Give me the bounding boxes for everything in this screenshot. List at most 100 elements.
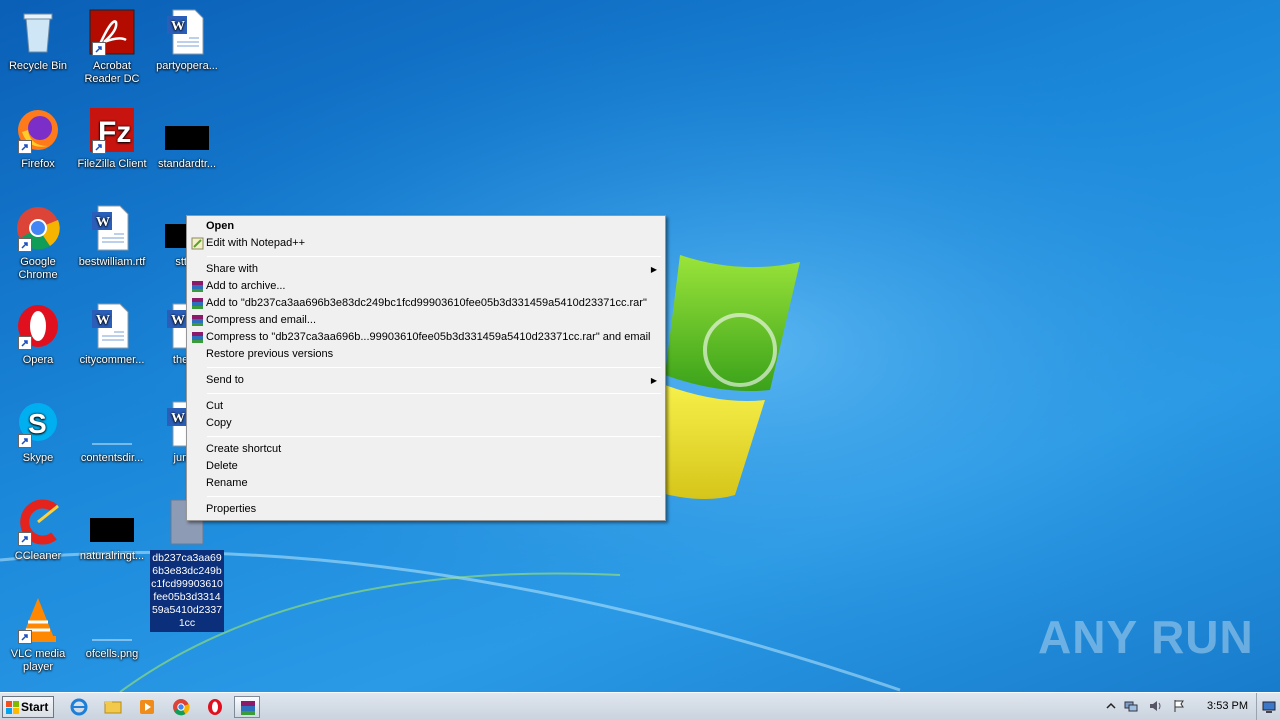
- taskbar-opera-button[interactable]: [202, 696, 228, 718]
- desktop-icon-standardtr[interactable]: standardtr...: [149, 106, 225, 171]
- show-hidden-icons-icon[interactable]: [1104, 699, 1118, 713]
- menu-item-properties[interactable]: Properties: [189, 501, 663, 518]
- desktop-icon-filezilla[interactable]: Fz FileZilla Client: [74, 106, 150, 171]
- desktop-icon-partyopera[interactable]: W partyopera...: [149, 8, 225, 73]
- shortcut-arrow-icon: [18, 630, 32, 644]
- menu-item-label: Delete: [206, 460, 238, 472]
- monitor-icon: [1262, 701, 1276, 713]
- firefox-icon: [14, 106, 62, 154]
- system-tray: 3:53 PM: [1102, 693, 1280, 720]
- submenu-arrow-icon: ▶: [650, 265, 657, 274]
- menu-item-copy[interactable]: Copy: [189, 415, 663, 432]
- winrar-icon: [192, 332, 203, 343]
- desktop-icon-contentsdir[interactable]: contentsdir...: [74, 400, 150, 465]
- windows-logo-icon: [6, 701, 19, 714]
- vlc-icon: [14, 596, 62, 644]
- shortcut-arrow-icon: [18, 336, 32, 350]
- black-file-icon: [163, 106, 211, 154]
- word-doc-icon: W: [163, 8, 211, 56]
- selected-file-label: db237ca3aa696b3e83dc249bc1fcd99903610fee…: [150, 550, 224, 632]
- opera-icon: [208, 699, 222, 715]
- desktop-icon-skype[interactable]: S Skype: [0, 400, 76, 465]
- shortcut-arrow-icon: [18, 434, 32, 448]
- menu-item-compress-to-rar-email[interactable]: Compress to "db237ca3aa696b...99903610fe…: [189, 329, 663, 346]
- menu-item-label: Restore previous versions: [206, 348, 334, 360]
- desktop-icon-chrome[interactable]: Google Chrome: [0, 204, 76, 282]
- opera-icon: [14, 302, 62, 350]
- blank-file-icon: [88, 400, 136, 448]
- shortcut-arrow-icon: [92, 140, 106, 154]
- skype-icon: S: [14, 400, 62, 448]
- notepad-plus-plus-icon: [191, 237, 204, 250]
- taskbar-winrar-button[interactable]: [234, 696, 260, 718]
- desktop-icon-firefox[interactable]: Firefox: [0, 106, 76, 171]
- context-menu: Open Edit with Notepad++ Share with ▶ Ad…: [186, 215, 666, 521]
- desktop-icon-ccleaner[interactable]: CCleaner: [0, 498, 76, 563]
- anyrun-watermark: ANY RUN: [1038, 611, 1254, 663]
- menu-item-compress-email[interactable]: Compress and email...: [189, 312, 663, 329]
- filezilla-icon: Fz: [88, 106, 136, 154]
- action-center-flag-icon[interactable]: [1172, 699, 1186, 713]
- volume-icon[interactable]: [1148, 699, 1162, 713]
- menu-item-share-with[interactable]: Share with ▶: [189, 261, 663, 278]
- desktop-icon-citycommer[interactable]: W citycommer...: [74, 302, 150, 367]
- menu-item-label: Compress and email...: [206, 314, 317, 326]
- menu-item-label: Add to archive...: [206, 280, 286, 292]
- desktop-icon-ofcells[interactable]: ofcells.png: [74, 596, 150, 661]
- winrar-icon: [192, 298, 203, 309]
- svg-text:W: W: [171, 313, 185, 328]
- svg-text:W: W: [171, 411, 185, 426]
- start-label: Start: [21, 700, 49, 714]
- network-icon[interactable]: [1124, 699, 1138, 713]
- menu-item-label: Add to "db237ca3aa696b3e83dc249bc1fcd999…: [206, 297, 647, 309]
- clock[interactable]: 3:53 PM: [1207, 700, 1248, 712]
- menu-item-send-to[interactable]: Send to ▶: [189, 372, 663, 389]
- desktop-icon-acrobat[interactable]: Acrobat Reader DC: [74, 8, 150, 86]
- media-player-icon: [140, 700, 154, 714]
- taskbar-media-player-button[interactable]: [134, 696, 160, 718]
- internet-explorer-icon: [70, 698, 88, 716]
- start-button[interactable]: Start: [2, 696, 54, 718]
- chrome-icon: [173, 699, 190, 716]
- menu-separator: [207, 393, 661, 394]
- word-doc-icon: W: [88, 204, 136, 252]
- desktop-icon-bestwilliam[interactable]: W bestwilliam.rtf: [74, 204, 150, 269]
- desktop-icon-recycle-bin[interactable]: Recycle Bin: [0, 8, 76, 73]
- ccleaner-icon: [14, 498, 62, 546]
- menu-item-label: Open: [206, 220, 235, 232]
- menu-item-cut[interactable]: Cut: [189, 398, 663, 415]
- menu-item-restore-versions[interactable]: Restore previous versions: [189, 346, 663, 363]
- taskbar: Start 3:53 PM: [0, 692, 1280, 720]
- menu-item-add-to-rar[interactable]: Add to "db237ca3aa696b3e83dc249bc1fcd999…: [189, 295, 663, 312]
- svg-text:W: W: [96, 215, 110, 230]
- menu-item-label: Compress to "db237ca3aa696b...99903610fe…: [206, 331, 651, 343]
- show-desktop-button[interactable]: [1256, 693, 1280, 720]
- black-file-icon: [88, 498, 136, 546]
- menu-item-add-to-archive[interactable]: Add to archive...: [189, 278, 663, 295]
- menu-item-rename[interactable]: Rename: [189, 475, 663, 492]
- menu-item-label: Properties: [206, 503, 257, 515]
- menu-item-delete[interactable]: Delete: [189, 458, 663, 475]
- taskbar-explorer-button[interactable]: [100, 696, 126, 718]
- winrar-icon: [192, 281, 203, 292]
- menu-item-create-shortcut[interactable]: Create shortcut: [189, 441, 663, 458]
- menu-item-edit-notepad[interactable]: Edit with Notepad++: [189, 235, 663, 252]
- desktop-icon-opera[interactable]: Opera: [0, 302, 76, 367]
- taskbar-chrome-button[interactable]: [168, 696, 194, 718]
- menu-item-label: Cut: [206, 400, 224, 412]
- word-doc-icon: W: [88, 302, 136, 350]
- recycle-bin-icon: [14, 8, 62, 56]
- desktop-icon-vlc[interactable]: VLC media player: [0, 596, 76, 674]
- menu-item-open[interactable]: Open: [189, 218, 663, 235]
- taskbar-ie-button[interactable]: [66, 696, 92, 718]
- menu-item-label: Create shortcut: [206, 443, 282, 455]
- acrobat-icon: [88, 8, 136, 56]
- menu-item-label: Share with: [206, 263, 258, 275]
- shortcut-arrow-icon: [18, 140, 32, 154]
- winrar-icon: [241, 701, 255, 715]
- menu-item-label: Send to: [206, 374, 244, 386]
- menu-separator: [207, 496, 661, 497]
- desktop-icon-naturalringt[interactable]: naturalringt...: [74, 498, 150, 563]
- svg-text:W: W: [96, 313, 110, 328]
- svg-text:W: W: [171, 19, 185, 34]
